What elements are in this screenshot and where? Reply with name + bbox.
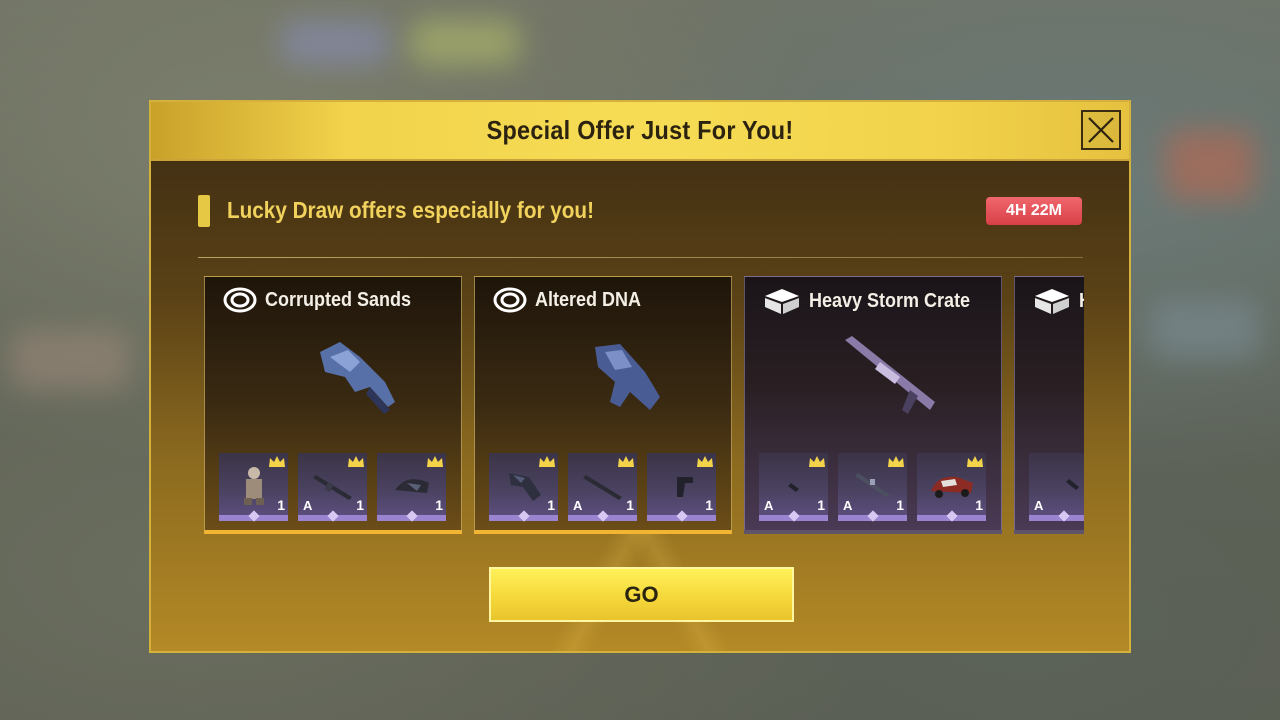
grade-label: A [764,498,774,513]
grade-label: A [303,498,313,513]
quantity-label: 1 [975,497,983,513]
rarity-diamond-icon [866,510,879,522]
dialog-title: Special Offer Just For You! [486,115,794,145]
divider [198,257,1083,258]
reward-slot[interactable]: 1 [917,453,986,522]
quantity-label: 1 [547,497,555,513]
offer-subtitle: Lucky Draw offers especially for you! [227,197,594,223]
crown-icon [809,456,825,467]
weapon-skin-image [509,473,541,501]
reward-slot[interactable]: 1 [489,453,558,522]
background-blur [280,20,390,65]
reward-slot[interactable]: 1 [647,453,716,522]
quantity-label: 1 [277,497,285,513]
go-button[interactable]: GO [489,567,794,622]
grade-label: A [573,498,583,513]
subtitle-accent-bar [198,195,210,227]
reward-slot[interactable]: A 1 [838,453,907,522]
charm-image [788,483,799,492]
quantity-label: 1 [705,497,713,513]
grade-label: A [1034,498,1044,513]
background-blur [1165,130,1255,200]
outfit-image [244,467,264,505]
countdown-timer: 4H 22M [986,197,1082,225]
rarity-diamond-icon [1057,510,1070,522]
offer-card-altered-dna[interactable]: Altered DNA 1 A 1 1 [474,276,732,534]
rarity-diamond-icon [247,510,260,522]
crate-icon [1035,289,1069,314]
reward-slots: A [1029,453,1084,522]
grade-label: A [843,498,853,513]
card-title: Heavy Storm Crate [809,289,971,312]
dialog-header: Special Offer Just For You! [151,102,1129,161]
lucky-draw-ring-icon [493,287,527,313]
weapon-skin-image [320,342,395,414]
reward-slots: A 1 A 1 1 [759,453,986,522]
close-button[interactable] [1081,110,1121,150]
quantity-label: 1 [896,497,904,513]
quantity-label: 1 [356,497,364,513]
charm-image [1066,479,1079,490]
reward-slot[interactable]: 1 [377,453,446,522]
lucky-draw-ring-icon [223,287,257,313]
card-title: Altered DNA [535,288,642,311]
reward-slot[interactable]: A [1029,453,1084,522]
rarity-diamond-icon [517,510,530,522]
card-title: Corrupted Sands [265,288,412,311]
reward-slots: 1 A 1 1 [219,453,446,522]
card-title: H [1079,290,1084,313]
pistol-image [677,477,693,497]
crown-icon [967,456,983,467]
background-blur [410,20,520,65]
crown-icon [348,456,364,467]
crown-icon [539,456,555,467]
background-blur [10,330,130,390]
offer-cards-carousel[interactable]: Corrupted Sands 1 A 1 1 Altered DNA 1 A … [204,276,1084,538]
card-header: Corrupted Sands [223,287,427,313]
card-header: H [1033,287,1084,315]
rifle-skin-image [845,336,935,414]
offer-card-partial[interactable]: H A [1014,276,1084,534]
rarity-diamond-icon [596,510,609,522]
rarity-diamond-icon [787,510,800,522]
reward-slot[interactable]: A 1 [568,453,637,522]
background-blur [1150,300,1260,360]
rarity-diamond-icon [405,510,418,522]
quantity-label: 1 [626,497,634,513]
rarity-diamond-icon [326,510,339,522]
special-offer-dialog: Special Offer Just For You! Lucky Draw o… [149,100,1131,653]
crate-icon [765,289,799,314]
crown-icon [427,456,443,467]
quantity-label: 1 [435,497,443,513]
close-icon [1088,117,1114,143]
reward-slot[interactable]: A 1 [759,453,828,522]
rifle-image [583,475,622,500]
reward-slot[interactable]: 1 [219,453,288,522]
vehicle-image [931,476,973,498]
rarity-diamond-icon [675,510,688,522]
crown-icon [618,456,634,467]
offer-card-heavy-storm-crate[interactable]: Heavy Storm Crate A 1 A 1 1 [744,276,1002,534]
card-header: Heavy Storm Crate [763,287,988,315]
rarity-diamond-icon [945,510,958,522]
crown-icon [697,456,713,467]
reward-slot[interactable]: A 1 [298,453,367,522]
rifle-image [855,473,890,498]
quantity-label: 1 [817,497,825,513]
rifle-image [313,475,352,500]
card-header: Altered DNA [493,287,653,313]
helmet-image [395,479,429,493]
reward-slots: 1 A 1 1 [489,453,716,522]
crown-icon [269,456,285,467]
weapon-skin-image [595,344,660,410]
offer-card-corrupted-sands[interactable]: Corrupted Sands 1 A 1 1 [204,276,462,534]
crown-icon [888,456,904,467]
